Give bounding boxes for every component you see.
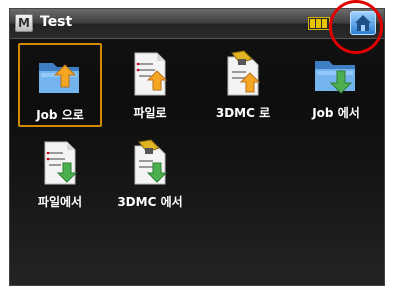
tile-3dmc-export[interactable]: 3DMC 에서 bbox=[108, 132, 192, 216]
tile-label: 파일에서 bbox=[37, 195, 83, 209]
tile-label: 3DMC 로 bbox=[215, 106, 271, 120]
tile-label: Job 에서 bbox=[312, 106, 360, 120]
tile-label: 파일로 bbox=[133, 106, 167, 120]
device-screen: M Test Job 으로 파일로 3DMC 로 Job 에서 파일에서 3DM… bbox=[9, 8, 385, 286]
tile-file-import[interactable]: 파일로 bbox=[108, 43, 192, 127]
3dmc-export-icon bbox=[134, 139, 168, 185]
tile-file-export[interactable]: 파일에서 bbox=[18, 132, 102, 216]
tile-3dmc-import[interactable]: 3DMC 로 bbox=[201, 43, 285, 127]
file-import-icon bbox=[134, 52, 168, 96]
app-icon: M bbox=[15, 14, 33, 32]
tile-job-export[interactable]: Job 에서 bbox=[294, 43, 378, 127]
folder-export-icon bbox=[315, 61, 355, 94]
tile-label: Job 으로 bbox=[36, 108, 84, 122]
window-title: Test bbox=[40, 14, 73, 30]
home-icon bbox=[355, 15, 371, 31]
tile-job-import[interactable]: Job 으로 bbox=[18, 43, 102, 127]
3dmc-import-icon bbox=[227, 50, 261, 96]
tile-label: 3DMC 에서 bbox=[117, 195, 183, 209]
folder-import-icon bbox=[39, 63, 79, 93]
battery-tip bbox=[330, 20, 332, 26]
home-button[interactable] bbox=[350, 11, 376, 35]
title-bar: M Test bbox=[10, 9, 384, 39]
file-export-icon bbox=[44, 141, 78, 185]
battery-icon bbox=[308, 17, 330, 30]
